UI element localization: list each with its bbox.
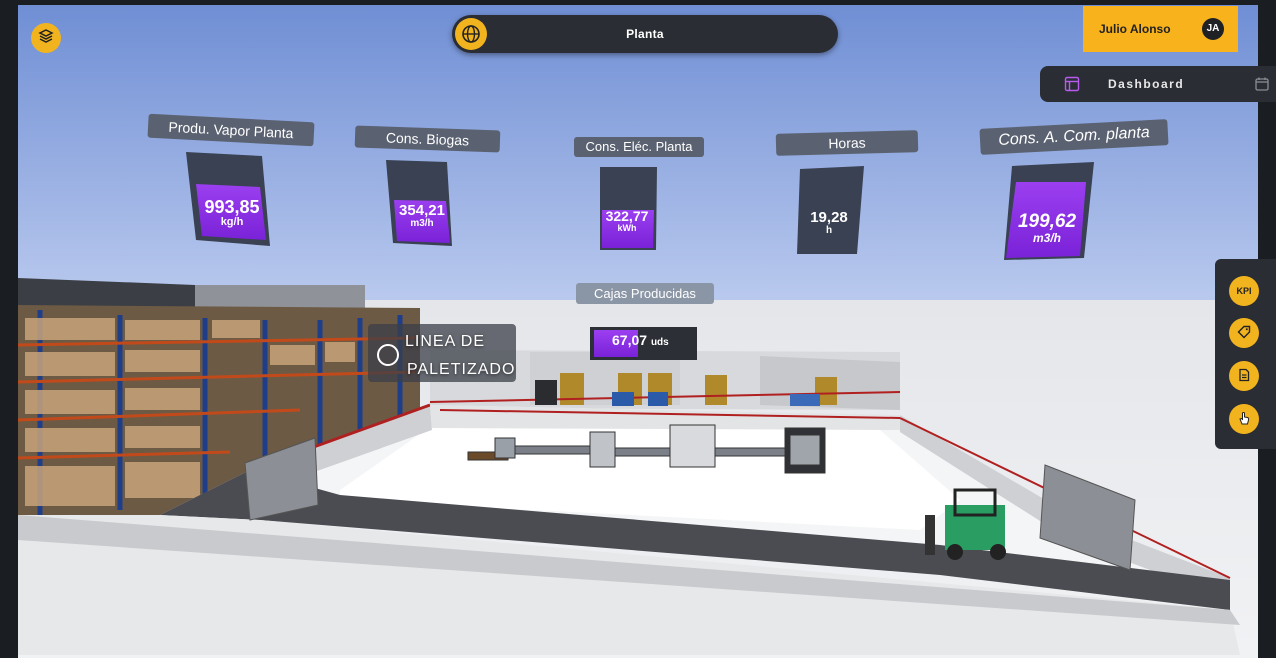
interact-button[interactable] (1229, 404, 1259, 434)
tag-button[interactable] (1229, 318, 1259, 348)
kpi-unit-hours: h (825, 224, 833, 236)
line-label-1[interactable]: LINEA DE (405, 333, 485, 351)
kpi-number-hours: 19,28 (810, 209, 848, 226)
kpi-number-electric: 322,77 (605, 208, 649, 224)
kpi-value-compressed-air: 199,62 m3/h (1004, 212, 1090, 245)
kpi-unit-steam: kg/h (220, 215, 244, 228)
kpi-number-steam: 993,85 (204, 197, 260, 217)
hand-pointer-icon (1237, 410, 1251, 428)
kpi-value-steam: 993,85 kg/h (192, 198, 272, 228)
kpi-title-electric: Cons. Eléc. Planta (574, 137, 704, 157)
boxes-number: 67,07 (612, 332, 648, 348)
dashboard-icon (1064, 76, 1080, 97)
kpi-unit-electric: kWh (617, 222, 637, 233)
calendar-icon[interactable] (1254, 76, 1270, 97)
location-selector[interactable]: Planta (452, 15, 838, 53)
dashboard-label: Dashboard (1108, 77, 1185, 91)
kpi-value-hours: 19,28 h (798, 210, 860, 236)
kpi-unit-compressed-air: m3/h (1032, 230, 1061, 245)
kpi-number-compressed-air: 199,62 (1017, 211, 1077, 232)
kpi-number-biogas: 354,21 (399, 202, 445, 219)
layers-button[interactable] (31, 23, 61, 53)
line-label-2[interactable]: PALETIZADO (407, 361, 515, 379)
document-icon (1237, 368, 1251, 384)
boxes-title: Cajas Producidas (576, 283, 714, 304)
avatar: JA (1202, 18, 1224, 40)
kpi-title-hours: Horas (775, 130, 919, 156)
kpi-value-electric: 322,77 kWh (597, 209, 657, 233)
document-button[interactable] (1229, 361, 1259, 391)
location-label: Planta (626, 27, 664, 41)
kpi-button[interactable]: KPI (1229, 276, 1259, 306)
boxes-unit: uds (650, 337, 669, 348)
kpi-value-biogas: 354,21 m3/h (388, 203, 456, 229)
kpi-unit-biogas: m3/h (410, 217, 434, 229)
user-name: Julio Alonso (1099, 22, 1171, 36)
dashboard-bar[interactable]: Dashboard (1040, 66, 1276, 102)
side-menu: KPI (1215, 259, 1276, 449)
boxes-value: 67,07 uds (612, 333, 669, 349)
tag-icon (1237, 325, 1251, 341)
user-menu[interactable]: Julio Alonso JA (1083, 6, 1238, 52)
kpi-label: KPI (1236, 286, 1252, 296)
layers-icon (38, 28, 54, 49)
globe-icon[interactable] (455, 18, 487, 50)
